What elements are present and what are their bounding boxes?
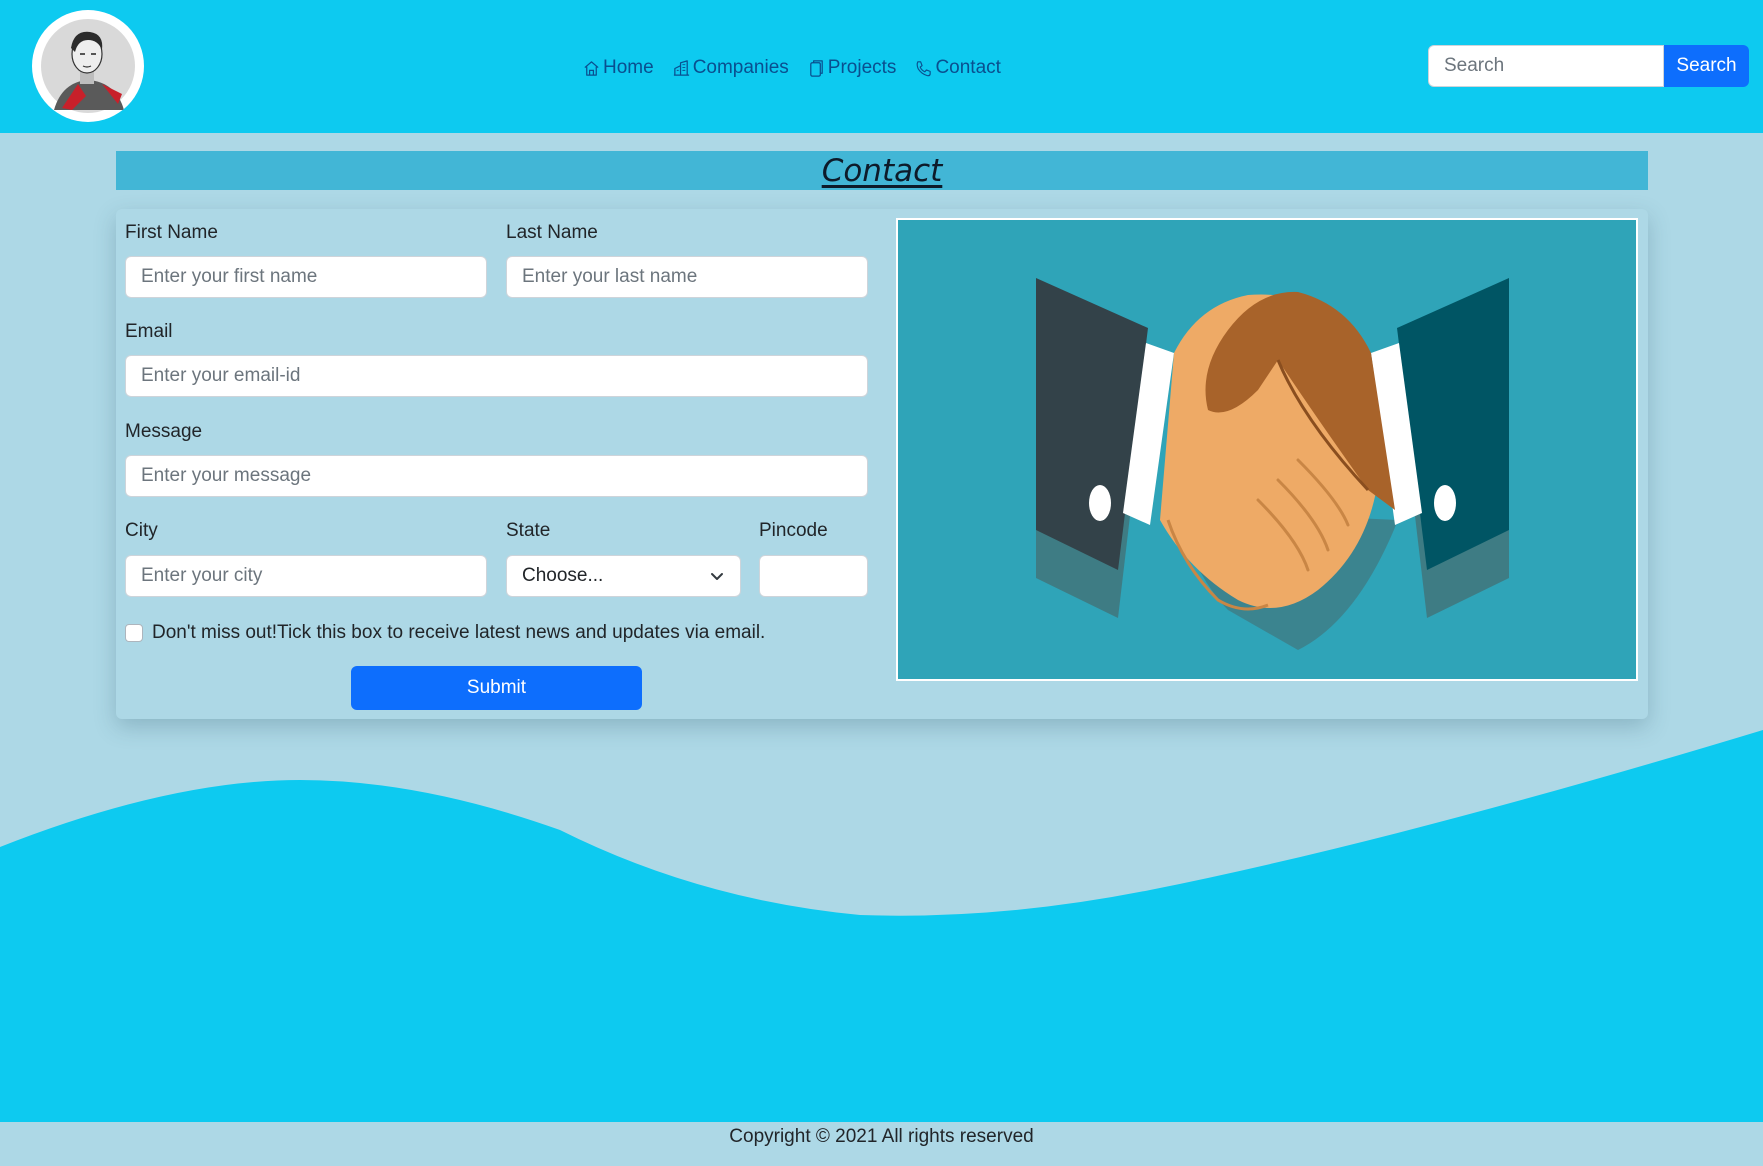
nav-link-label: Projects <box>827 57 897 78</box>
nav-link-contact[interactable]: Contact <box>914 57 1001 79</box>
last-name-label: Last Name <box>506 222 598 243</box>
profile-avatar[interactable] <box>32 10 144 122</box>
house-icon <box>584 60 599 76</box>
chevron-down-icon <box>711 573 723 580</box>
message-input[interactable] <box>125 455 868 497</box>
nav-links: Home Companies Projects Contact <box>582 54 1001 82</box>
submit-button[interactable]: Submit <box>351 666 642 710</box>
first-name-input[interactable] <box>125 256 487 298</box>
state-label: State <box>506 520 551 541</box>
page-heading-bar: Contact <box>116 151 1648 190</box>
message-label: Message <box>125 421 203 442</box>
state-select[interactable]: Choose... <box>506 555 741 597</box>
city-input[interactable] <box>125 555 487 597</box>
phone-icon <box>917 60 932 76</box>
nav-link-projects[interactable]: Projects <box>807 57 897 79</box>
buildings-icon <box>673 59 689 76</box>
nav-link-companies[interactable]: Companies <box>672 57 789 79</box>
nav-link-home[interactable]: Home <box>582 57 654 79</box>
handshake-icon <box>1036 278 1509 650</box>
search-button[interactable]: Search <box>1664 45 1749 87</box>
nav-link-label: Home <box>603 57 654 78</box>
nav-link-label: Companies <box>692 57 789 78</box>
pincode-label: Pincode <box>759 520 828 541</box>
navbar: Home Companies Projects Contact Search <box>0 0 1763 133</box>
last-name-input[interactable] <box>506 256 868 298</box>
footer: Copyright © 2021 All rights reserved <box>0 1122 1763 1166</box>
search-input[interactable] <box>1428 45 1664 87</box>
contact-card: First Name Last Name Email Message City … <box>116 209 1648 719</box>
newsletter-checkbox[interactable] <box>125 624 143 642</box>
state-select-value: Choose... <box>522 565 604 586</box>
email-input[interactable] <box>125 355 868 397</box>
newsletter-checkbox-label[interactable]: Don't miss out!Tick this box to receive … <box>152 622 765 644</box>
email-label: Email <box>125 321 173 342</box>
page-title: Contact <box>821 153 943 189</box>
pincode-input[interactable] <box>759 555 868 597</box>
city-label: City <box>125 520 158 541</box>
first-name-label: First Name <box>125 222 218 243</box>
nav-link-label: Contact <box>935 57 1001 78</box>
copyright-text: Copyright © 2021 All rights reserved <box>729 1126 1034 1147</box>
avatar-portrait-image <box>41 19 135 113</box>
decorative-wave <box>0 730 1763 1122</box>
files-icon <box>809 59 823 77</box>
handshake-illustration <box>896 218 1638 681</box>
